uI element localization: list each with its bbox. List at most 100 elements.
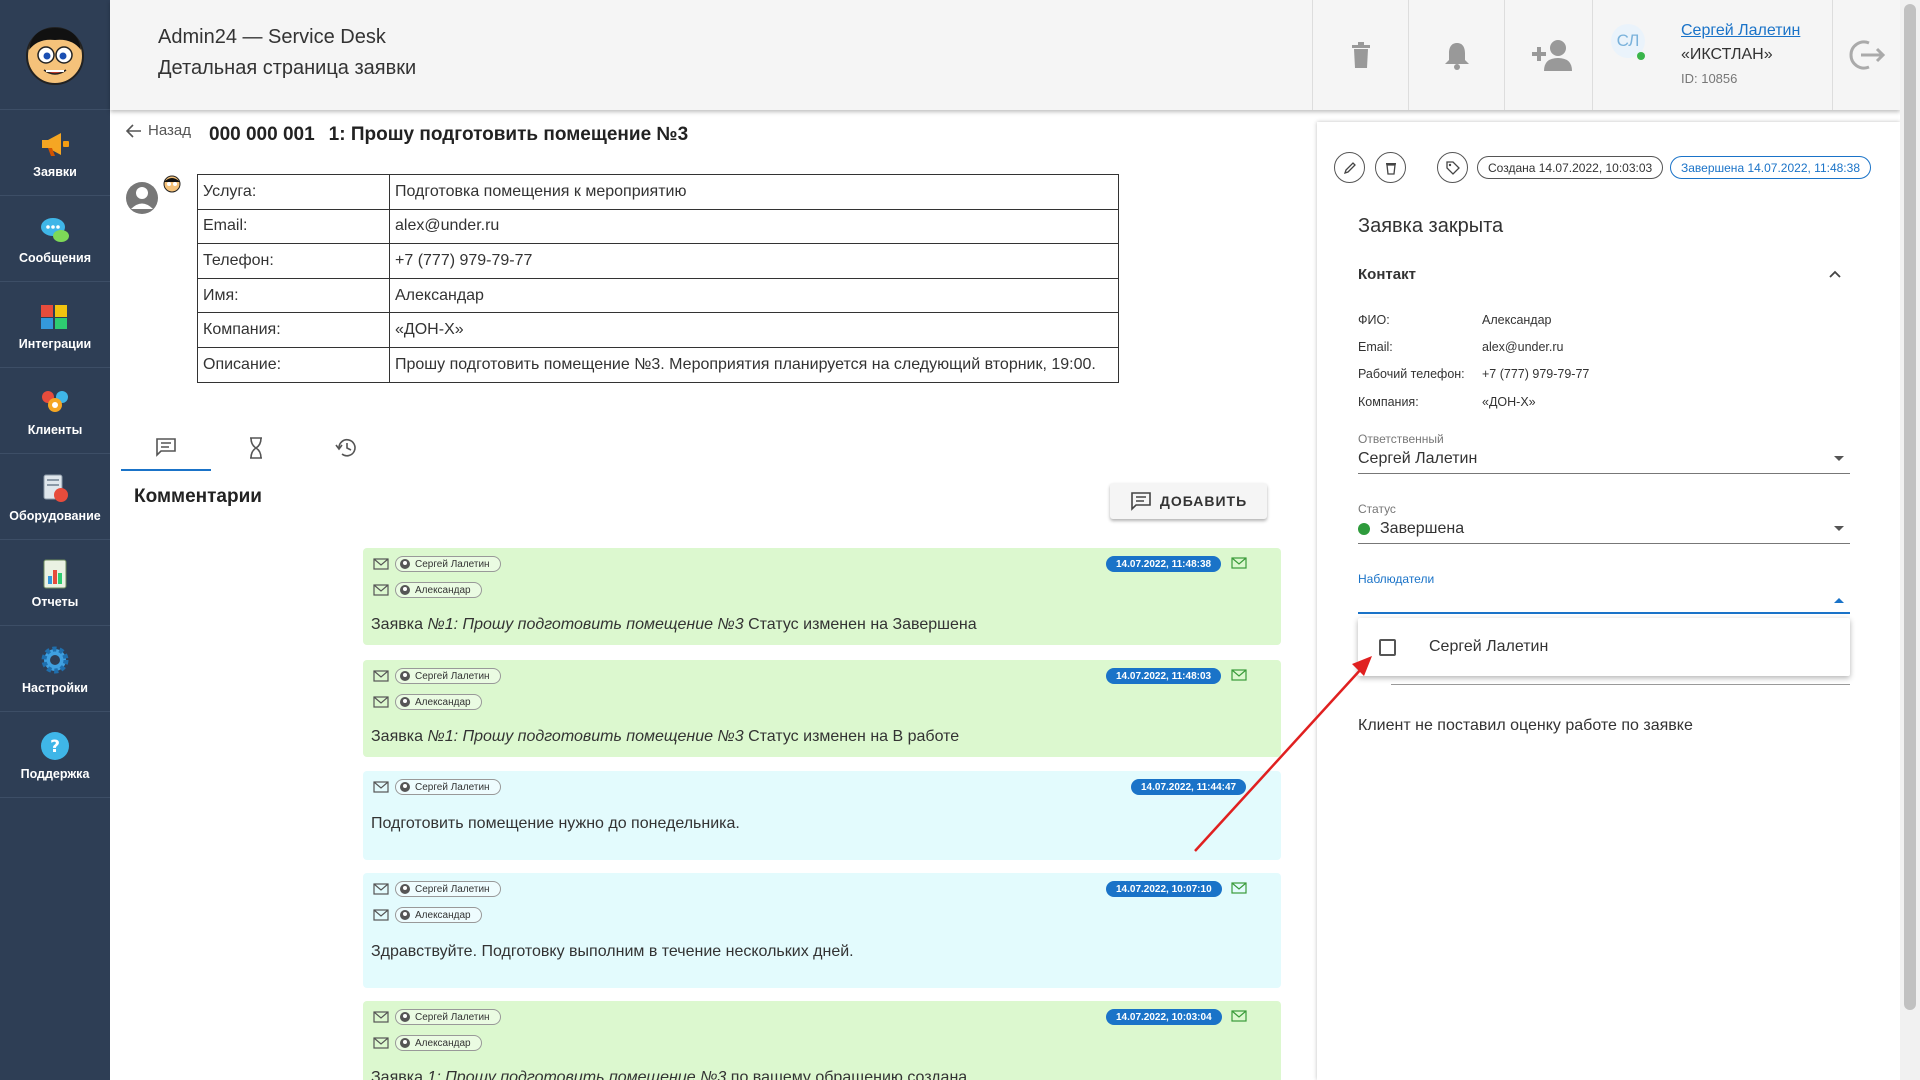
responsible-select[interactable]: Сергей Лалетин: [1358, 444, 1850, 474]
comment-text-ticket: 1: Прошу подготовить помещение №3: [427, 1069, 727, 1080]
info-key: Телефон:: [197, 243, 390, 279]
comment-text-prefix: Заявка: [371, 616, 428, 633]
mail-out-icon: [373, 781, 389, 793]
sidebar-item-label: Заявки: [33, 164, 77, 179]
contact-row: ФИО: Александар: [1358, 313, 1552, 327]
logout-button[interactable]: [1832, 0, 1900, 110]
tab-history[interactable]: [301, 425, 391, 471]
mail-sent-icon: [1231, 669, 1247, 681]
svg-text:?: ?: [50, 737, 60, 757]
chat-bubbles-icon: [38, 213, 72, 247]
user-profile: СЛ Сергей Лалетин «ИКСТЛАН» ID: 10856: [1592, 0, 1832, 110]
history-icon: [335, 438, 356, 457]
sidebar-item-integrations[interactable]: Интеграции: [0, 282, 110, 368]
info-key: Email:: [197, 208, 390, 245]
recipient-chip: Александар: [395, 582, 482, 598]
sidebar-item-reports[interactable]: Отчеты: [0, 540, 110, 626]
observers-dropdown: Сергей Лалетин: [1358, 618, 1850, 676]
recipient-chip: Александар: [395, 1035, 482, 1051]
sidebar-item-messages[interactable]: Сообщения: [0, 196, 110, 282]
trash-icon: [1385, 162, 1396, 175]
trash-button[interactable]: [1312, 0, 1408, 110]
ticket-side-panel: Создана 14.07.2022, 10:03:03 Завершена 1…: [1317, 122, 1900, 1080]
sidebar-item-support[interactable]: ? Поддержка: [0, 712, 110, 798]
megaphone-icon: [38, 127, 72, 161]
logo[interactable]: [0, 0, 110, 110]
author-chip: Сергей Лалетин: [395, 556, 501, 572]
sidebar-item-equipment[interactable]: Оборудование: [0, 454, 110, 540]
dropdown-arrow-icon: [1834, 526, 1844, 531]
add-user-button[interactable]: [1504, 0, 1600, 110]
bell-icon: [1444, 43, 1469, 70]
author-name: Сергей Лалетин: [415, 1011, 490, 1023]
sidebar-item-clients[interactable]: Клиенты: [0, 368, 110, 454]
comment-text: Заявка №1: Прошу подготовить помещение №…: [371, 616, 977, 634]
sidebar-item-label: Интеграции: [18, 336, 92, 351]
table-row: Компания: «ДОН-Х»: [197, 312, 1119, 348]
responsible-value: Сергей Лалетин: [1358, 449, 1478, 467]
author-name: Сергей Лалетин: [415, 670, 490, 682]
add-comment-button[interactable]: ДОБАВИТЬ: [1110, 483, 1267, 519]
comment-to-row: Александар: [373, 1035, 482, 1051]
add-user-icon: [1531, 40, 1572, 71]
tab-comments[interactable]: [121, 425, 211, 471]
dropdown-arrow-up-icon: [1834, 598, 1844, 603]
tags-button[interactable]: [1437, 152, 1468, 183]
observers-select[interactable]: [1358, 584, 1850, 614]
comment-date: 14.07.2022, 10:07:10: [1106, 881, 1222, 897]
comment-to-row: Александар: [373, 694, 482, 710]
people-icon: [38, 385, 72, 419]
tab-timer[interactable]: [211, 425, 301, 471]
recipient-name: Александар: [415, 696, 471, 708]
comment-text-suffix: Статус изменен на В работе: [743, 728, 960, 745]
ticket-tabs: [121, 425, 1281, 471]
observer-checkbox[interactable]: [1379, 638, 1396, 656]
rating-status-text: Клиент не поставил оценку работе по заяв…: [1358, 717, 1693, 734]
author-chip: Сергей Лалетин: [395, 779, 501, 795]
notifications-button[interactable]: [1408, 0, 1504, 110]
page-subtitle: Детальная страница заявки: [158, 57, 417, 79]
user-icon: [400, 697, 410, 707]
ticket-subject: 1: Прошу подготовить помещение №3: [328, 124, 689, 145]
status-select[interactable]: Завершена: [1358, 514, 1850, 544]
comment-card: Сергей Лалетин 14.07.2022, 11:44:47 Подг…: [363, 771, 1281, 860]
comment-text-ticket: №1: Прошу подготовить помещение №3: [427, 728, 744, 745]
sidebar-item-label: Сообщения: [18, 250, 92, 265]
pencil-icon: [1343, 161, 1356, 174]
collapse-contact-button[interactable]: [1828, 266, 1842, 284]
scrollbar-thumb[interactable]: [1904, 4, 1916, 1010]
mail-in-icon: [373, 696, 389, 708]
ticket-title: 000 000 001 1: Прошу подготовить помещени…: [209, 124, 702, 146]
divider: [1391, 684, 1850, 685]
ticket-info-table: Услуга: Подготовка помещения к мероприяти…: [197, 174, 1119, 383]
mail-out-icon: [373, 670, 389, 682]
recipient-chip: Александар: [395, 907, 482, 923]
header-titles: Admin24 — Service Desk Детальная страниц…: [158, 26, 416, 80]
contact-row: Рабочий телефон: +7 (777) 979-79-77: [1358, 367, 1589, 381]
edit-button[interactable]: [1334, 152, 1365, 183]
table-row: Описание: Прошу подготовить помещение №3.…: [197, 346, 1119, 383]
contact-value: +7 (777) 979-79-77: [1482, 367, 1590, 381]
user-icon: [400, 559, 410, 569]
contact-row: Email: alex@under.ru: [1358, 340, 1564, 354]
delete-button[interactable]: [1375, 152, 1406, 183]
back-button[interactable]: Назад: [126, 122, 191, 139]
user-name-link[interactable]: Сергей Лалетин: [1681, 22, 1800, 40]
page-scrollbar[interactable]: [1900, 0, 1920, 1080]
table-row: Телефон: +7 (777) 979-79-77: [197, 243, 1119, 279]
sidebar-item-label: Клиенты: [27, 422, 83, 437]
mail-out-icon: [373, 1011, 389, 1023]
mail-in-icon: [373, 1037, 389, 1049]
chevron-up-icon: [1829, 270, 1841, 278]
created-chip: Создана 14.07.2022, 10:03:03: [1477, 156, 1664, 179]
sidebar-item-tickets[interactable]: Заявки: [0, 110, 110, 196]
sidebar-item-settings[interactable]: Настройки: [0, 626, 110, 712]
observer-option-label[interactable]: Сергей Лалетин: [1429, 638, 1548, 656]
mail-in-icon: [373, 909, 389, 921]
author-chip: Сергей Лалетин: [395, 881, 501, 897]
ticket-avatars: [124, 174, 184, 224]
ticket-status-title: Заявка закрыта: [1358, 215, 1504, 237]
tag-icon: [1445, 160, 1460, 175]
comment-from-row: Сергей Лалетин: [373, 779, 501, 795]
sidebar-item-label: Отчеты: [31, 594, 79, 609]
